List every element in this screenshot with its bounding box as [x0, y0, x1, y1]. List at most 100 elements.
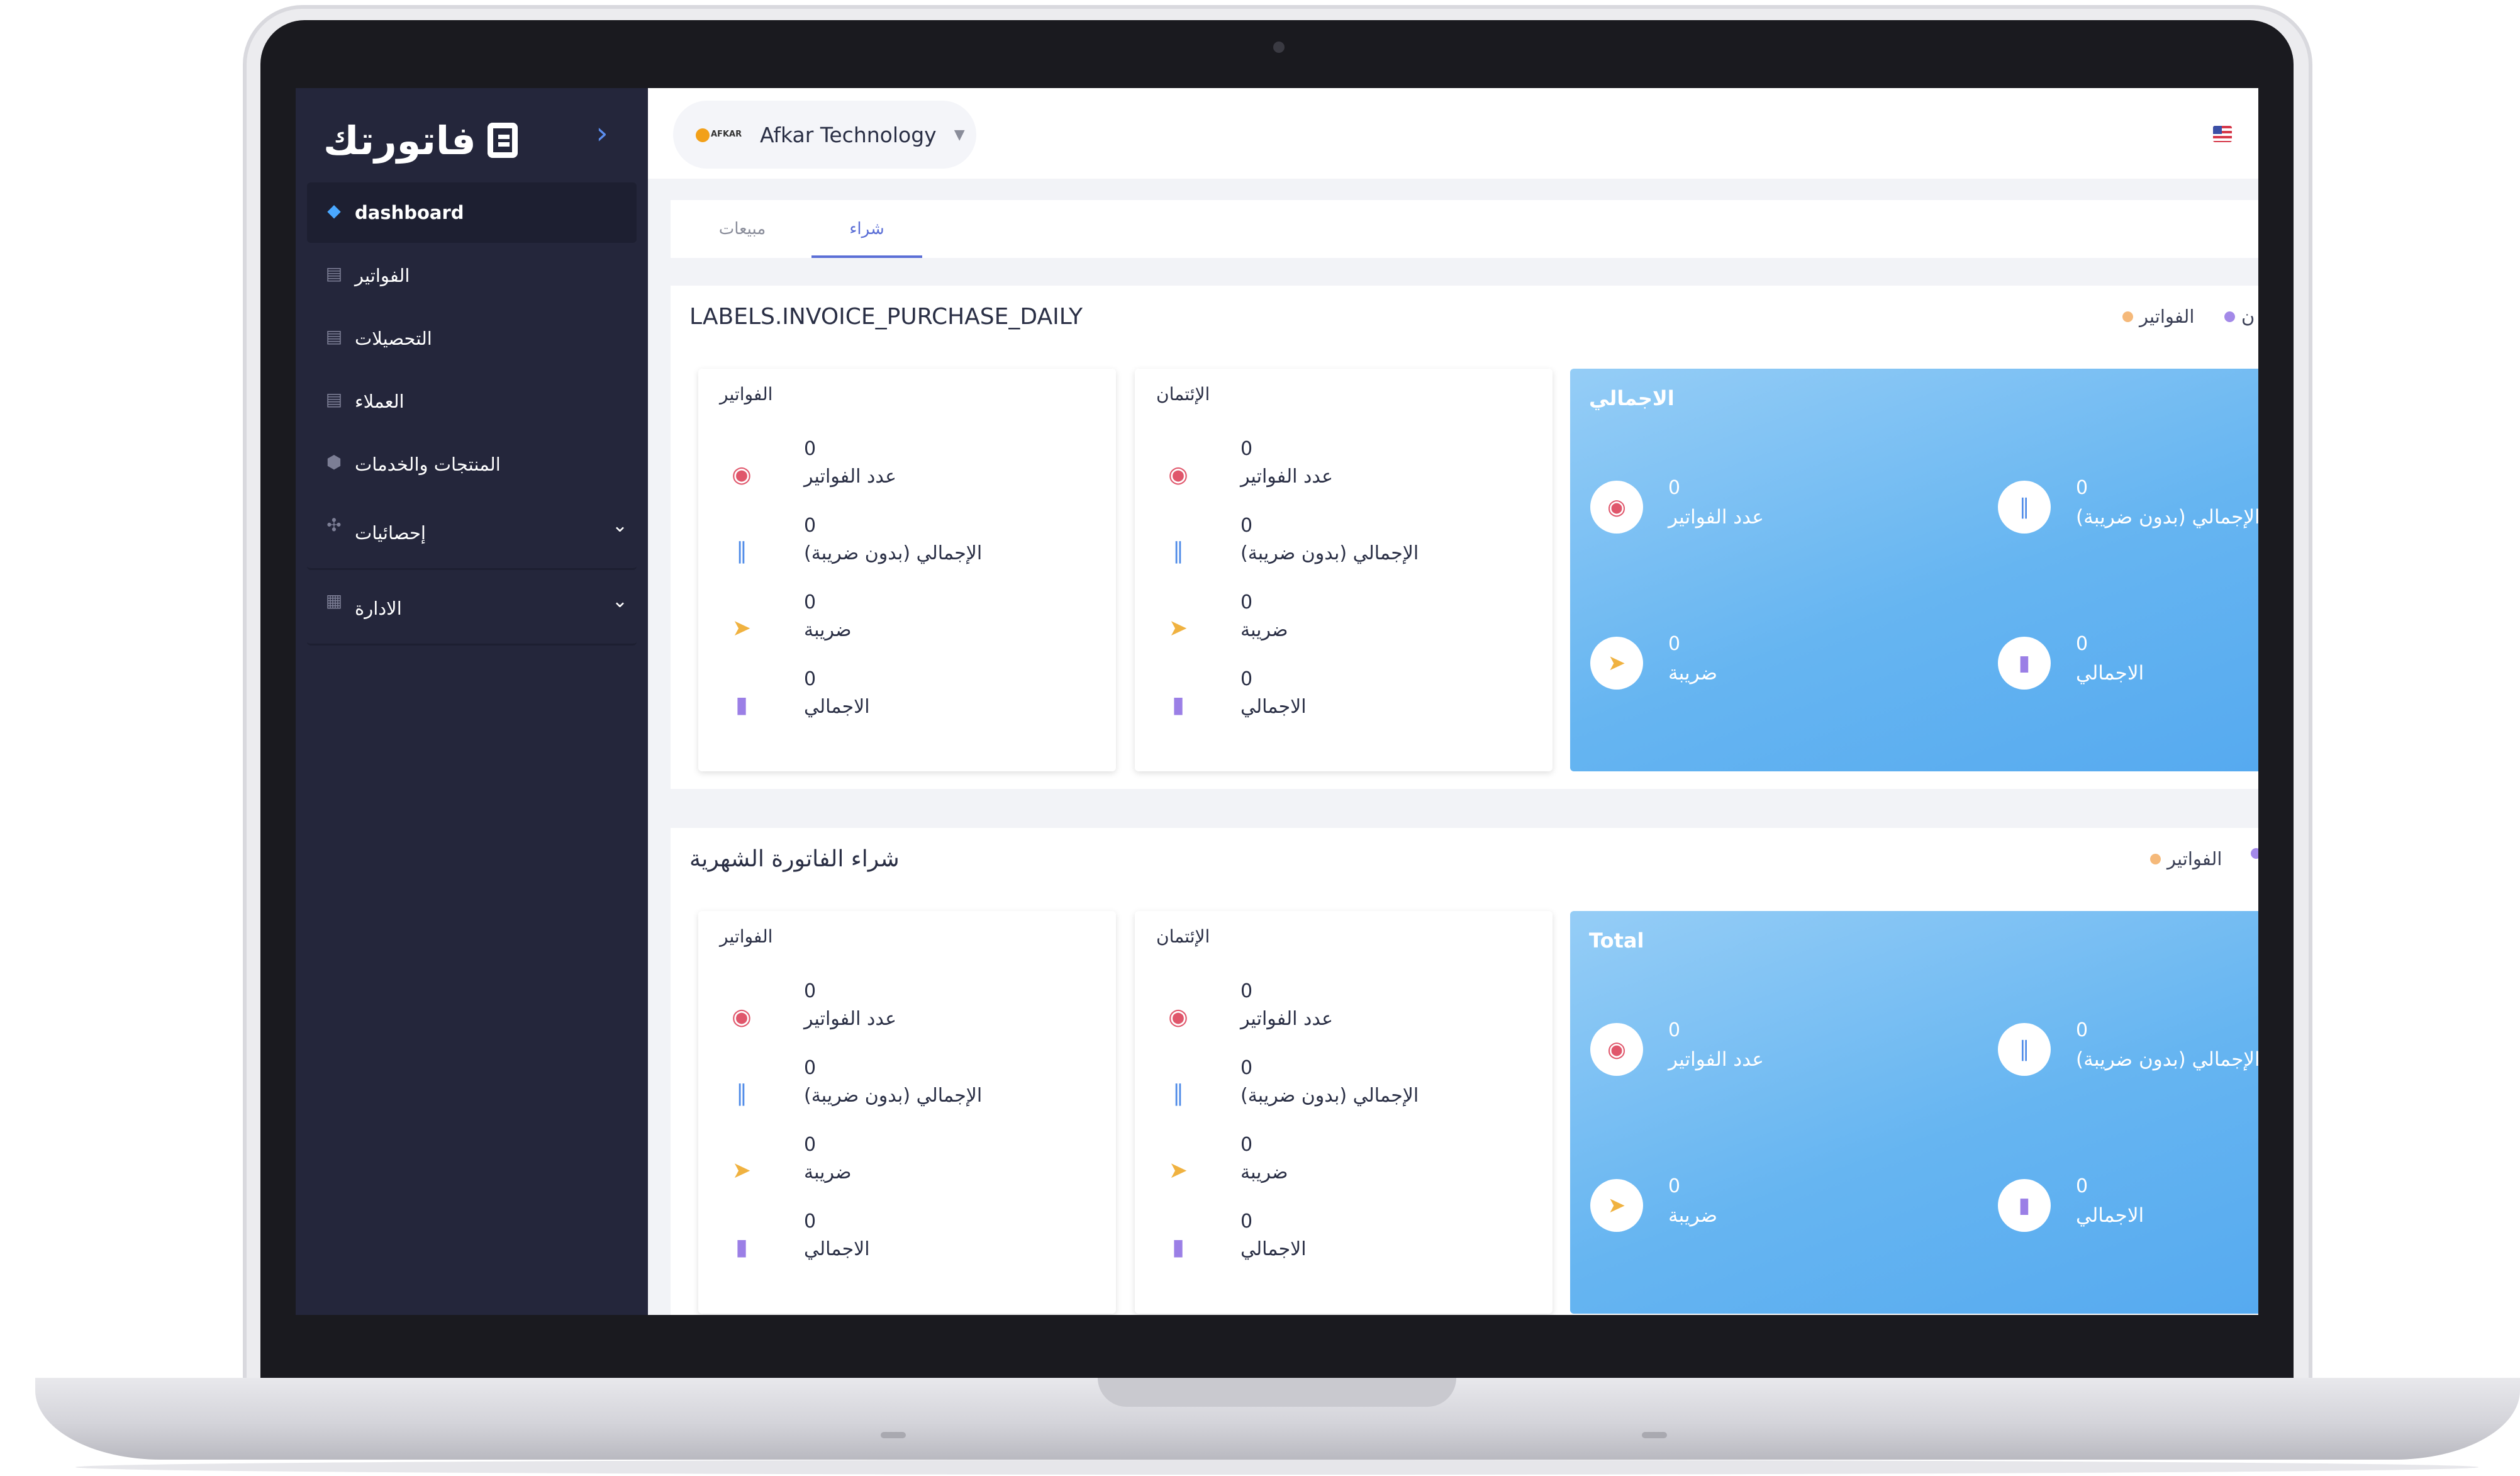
document-icon: ▤ [325, 263, 343, 284]
legend-dot [2224, 311, 2235, 322]
sidebar-item-label: dashboard [355, 202, 464, 223]
books-icon: ∥ [1173, 539, 1184, 564]
send-icon: ➤ [1168, 1158, 1188, 1183]
camera-icon [1273, 42, 1285, 53]
legend-item[interactable]: الفواتير [2150, 848, 2222, 869]
company-logo: AFKAR [696, 122, 742, 147]
grid-icon: ▦ [325, 590, 343, 611]
bar-chart-icon: ▮ [1172, 1234, 1185, 1260]
legend-item[interactable]: الفواتير [2122, 306, 2194, 327]
invoices-card: الفواتير ◉ 0 عدد الفواتير ∥ 0 الإجمالي (… [698, 369, 1116, 771]
stat-row: ➤ 0 ضريبة [1162, 1134, 1515, 1203]
basket-icon: ◉ [1590, 481, 1643, 534]
stat-row: ∥ 0 الإجمالي (بدون ضريبة) [1162, 515, 1515, 584]
stat-row: ◉ 0 عدد الفواتير [1162, 438, 1515, 507]
legend-dot [2122, 311, 2133, 322]
sidebar-item-products[interactable]: ⬢ المنتجات والخدمات [307, 434, 637, 495]
card-title: الإئتمان [1156, 384, 1210, 405]
document-icon: ▤ [325, 389, 343, 410]
stat-row: ∥ 0 الإجمالي (بدون ضريبة) [1162, 1057, 1515, 1126]
books-icon: ∥ [736, 539, 747, 564]
card-title: الفواتير [720, 926, 773, 947]
laptop-foot [881, 1432, 906, 1438]
sidebar-item-administration[interactable]: ▦ الادارة ⌄ [307, 573, 637, 646]
send-icon: ➤ [732, 615, 752, 641]
send-icon: ➤ [1168, 615, 1188, 641]
books-icon: ∥ [736, 1081, 747, 1107]
laptop-shadow [75, 1460, 2478, 1475]
stat-row: ▮ 0 الاجمالي [1162, 1210, 1515, 1280]
sidebar-item-dashboard[interactable]: ◆ dashboard [307, 182, 637, 243]
books-icon: ∥ [1998, 481, 2051, 534]
app-logo[interactable]: فاتورتك [323, 112, 518, 169]
us-flag-icon[interactable] [2213, 126, 2232, 142]
chevron-down-icon: ⌄ [611, 590, 628, 612]
total-card: الاجمالي ◉ 0 عدد الفواتير ∥ 0 الإجمالي (… [1570, 369, 2258, 771]
stat-row: ▮ 0 الاجمالي [1162, 668, 1515, 737]
sidebar: فاتورتك › ◆ dashboard ▤ الفواتير ▤ التحص… [296, 88, 648, 1315]
sidebar-item-statistics[interactable]: ✣ إحصائيات ⌄ [307, 497, 637, 570]
bar-chart-icon: ▮ [1172, 692, 1185, 718]
sidebar-item-label: المنتجات والخدمات [355, 454, 501, 475]
total-stat: ▮ 0 الاجمالي [1998, 1175, 2258, 1248]
tab-sales[interactable]: مبيعات [687, 200, 798, 258]
bar-chart-icon: ▮ [1998, 1179, 2051, 1232]
bar-chart-icon: ▮ [735, 692, 748, 718]
legend-item[interactable] [2251, 848, 2258, 859]
stat-row: ◉ 0 عدد الفواتير [1162, 980, 1515, 1049]
caret-down-icon: ▼ [954, 126, 965, 143]
sidebar-item-label: الادارة [355, 597, 402, 619]
send-icon: ➤ [732, 1158, 752, 1183]
section-title: شراء الفاتورة الشهرية [689, 846, 900, 872]
app-screen: فاتورتك › ◆ dashboard ▤ الفواتير ▤ التحص… [296, 88, 2258, 1315]
basket-icon: ◉ [732, 1004, 752, 1030]
total-stat: ◉ 0 عدد الفواتير [1590, 1019, 1905, 1092]
chevron-down-icon: ⌄ [611, 515, 628, 537]
laptop-foot [1642, 1432, 1667, 1438]
credit-card: الإئتمان ◉ 0 عدد الفواتير ∥ 0 الإجمالي (… [1135, 369, 1553, 771]
diamond-icon: ◆ [327, 200, 341, 221]
stat-row: ➤ 0 ضريبة [726, 591, 1078, 661]
sidebar-item-label: إحصائيات [355, 522, 426, 544]
total-stat: ➤ 0 ضريبة [1590, 1175, 1905, 1248]
company-selector[interactable]: AFKAR Afkar Technology ▼ [673, 101, 976, 169]
logo-mark-icon [487, 123, 518, 158]
card-title: الفواتير [720, 384, 773, 405]
card-title: Total [1589, 929, 1644, 953]
bar-chart-icon: ▮ [735, 1234, 748, 1260]
logo-text: فاتورتك [323, 117, 476, 164]
sidebar-item-invoices[interactable]: ▤ الفواتير [307, 245, 637, 306]
total-stat: ➤ 0 ضريبة [1590, 633, 1905, 706]
sidebar-item-customers[interactable]: ▤ العملاء [307, 371, 637, 432]
basket-icon: ◉ [1590, 1023, 1643, 1076]
legend-item[interactable]: ن [2224, 306, 2255, 327]
bar-chart-icon: ▮ [1998, 637, 2051, 690]
document-icon: ▤ [325, 326, 343, 347]
tab-purchase[interactable]: شراء [811, 200, 922, 258]
basket-icon: ◉ [1168, 462, 1188, 488]
send-icon: ➤ [1590, 1179, 1643, 1232]
stat-row: ▮ 0 الاجمالي [726, 668, 1078, 737]
sidebar-nav: ◆ dashboard ▤ الفواتير ▤ التحصيلات ▤ الع… [307, 182, 637, 648]
books-icon: ∥ [1998, 1023, 2051, 1076]
credit-card: الإئتمان ◉ 0 عدد الفواتير ∥ 0 الإجمالي (… [1135, 911, 1553, 1314]
legend-dot [2251, 848, 2258, 859]
sidebar-item-collections[interactable]: ▤ التحصيلات [307, 308, 637, 369]
monthly-purchase-section: شراء الفاتورة الشهرية الفواتير الفواتير … [671, 828, 2258, 1315]
total-card: Total ◉ 0 عدد الفواتير ∥ 0 الإجمالي (بدو… [1570, 911, 2258, 1314]
stat-row: ∥ 0 الإجمالي (بدون ضريبة) [726, 515, 1078, 584]
sidebar-collapse-button[interactable]: › [586, 115, 618, 152]
chart-icon: ✣ [326, 515, 342, 535]
legend-dot [2150, 853, 2161, 864]
total-stat: ∥ 0 الإجمالي (بدون ضريبة) [1998, 477, 2258, 550]
stat-row: ➤ 0 ضريبة [1162, 591, 1515, 661]
basket-icon: ◉ [732, 462, 752, 488]
total-stat: ∥ 0 الإجمالي (بدون ضريبة) [1998, 1019, 2258, 1092]
company-name: Afkar Technology [760, 122, 937, 147]
sidebar-item-label: العملاء [355, 391, 404, 412]
tab-bar: مبيعات شراء [671, 200, 2258, 258]
section-title: LABELS.INVOICE_PURCHASE_DAILY [689, 304, 1083, 330]
card-title: الاجمالي [1589, 386, 1675, 410]
box-icon: ⬢ [326, 452, 342, 472]
total-stat: ▮ 0 الاجمالي [1998, 633, 2258, 706]
